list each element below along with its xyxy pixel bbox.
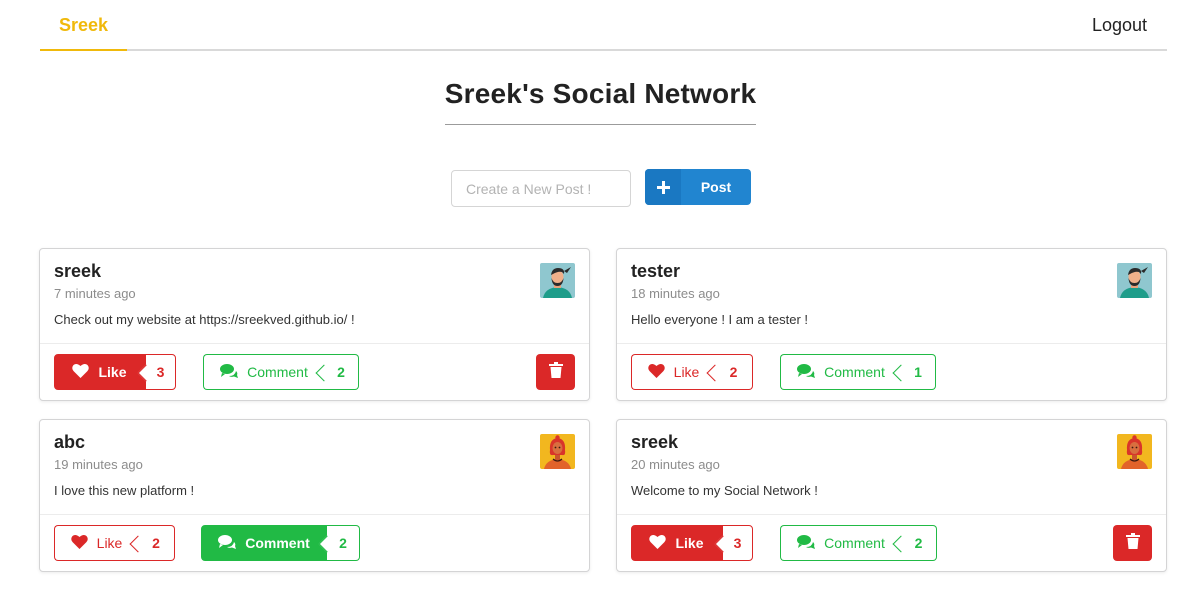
post-author: abc xyxy=(54,432,86,452)
plus-icon xyxy=(645,169,681,205)
like-button-main[interactable]: Like xyxy=(631,525,722,561)
comment-count: 2 xyxy=(324,354,359,390)
man-avatar-icon xyxy=(1117,263,1152,298)
comments-icon xyxy=(218,534,237,552)
like-count: 2 xyxy=(715,354,753,390)
logout-menu-item[interactable]: Logout xyxy=(1092,0,1147,51)
like-button[interactable]: Like 3 xyxy=(631,525,753,561)
delete-button[interactable] xyxy=(1113,525,1152,561)
post-card: abc 19 minutes ago I love this new platf… xyxy=(39,419,590,572)
page-title: Sreek's Social Network xyxy=(444,78,757,125)
comment-button[interactable]: Comment 1 xyxy=(780,354,936,390)
comment-button[interactable]: Comment 2 xyxy=(201,525,360,561)
card-divider xyxy=(617,514,1166,515)
comment-button-main[interactable]: Comment xyxy=(203,354,324,390)
post-card: sreek 7 minutes ago Check out my website… xyxy=(39,248,590,401)
comments-icon xyxy=(797,534,816,552)
like-label: Like xyxy=(96,535,123,551)
new-post-input[interactable] xyxy=(451,170,631,207)
card-divider xyxy=(617,343,1166,344)
heart-icon xyxy=(647,363,665,381)
woman-avatar-icon xyxy=(540,434,575,469)
like-label: Like xyxy=(673,364,700,380)
post-author: sreek xyxy=(54,261,102,281)
like-button-main[interactable]: Like xyxy=(631,354,715,390)
comments-icon xyxy=(220,363,239,381)
post-time: 19 minutes ago xyxy=(54,457,143,472)
heart-icon xyxy=(72,363,90,381)
like-button[interactable]: Like 2 xyxy=(54,525,175,561)
post-card: sreek 20 minutes ago Welcome to my Socia… xyxy=(616,419,1167,572)
like-label: Like xyxy=(675,535,704,551)
comment-label: Comment xyxy=(824,535,885,551)
post-text: I love this new platform ! xyxy=(54,483,195,498)
post-button-label: Post xyxy=(700,179,732,195)
page-header: Sreek's Social Network xyxy=(0,78,1201,125)
man-avatar-icon xyxy=(540,263,575,298)
post-text: Welcome to my Social Network ! xyxy=(631,483,818,498)
post-text: Check out my website at https://sreekved… xyxy=(54,312,355,327)
comment-button-main[interactable]: Comment xyxy=(780,354,901,390)
like-button[interactable]: Like 2 xyxy=(631,354,753,390)
trash-icon xyxy=(1125,532,1140,554)
like-button[interactable]: Like 3 xyxy=(54,354,176,390)
comment-button-main[interactable]: Comment xyxy=(201,525,327,561)
woman-avatar-icon xyxy=(1117,434,1152,469)
post-time: 7 minutes ago xyxy=(54,286,136,301)
comment-label: Comment xyxy=(247,364,308,380)
post-button[interactable]: Post xyxy=(645,169,751,205)
delete-button[interactable] xyxy=(536,354,575,390)
comment-count: 1 xyxy=(901,354,936,390)
comment-count: 2 xyxy=(901,525,937,561)
post-time: 18 minutes ago xyxy=(631,286,720,301)
like-count: 2 xyxy=(138,525,175,561)
comment-button-main[interactable]: Comment xyxy=(780,525,901,561)
comment-button[interactable]: Comment 2 xyxy=(780,525,937,561)
card-divider xyxy=(40,343,589,344)
comments-icon xyxy=(797,363,816,381)
like-label: Like xyxy=(98,364,127,380)
brand-menu-item[interactable]: Sreek xyxy=(40,0,127,51)
like-count: 3 xyxy=(722,525,753,561)
card-divider xyxy=(40,514,589,515)
heart-icon xyxy=(649,534,667,552)
like-button-main[interactable]: Like xyxy=(54,354,145,390)
heart-icon xyxy=(70,534,88,552)
trash-icon xyxy=(548,361,563,383)
post-card: tester 18 minutes ago Hello everyone ! I… xyxy=(616,248,1167,401)
post-text: Hello everyone ! I am a tester ! xyxy=(631,312,809,327)
like-button-main[interactable]: Like xyxy=(54,525,138,561)
comment-count: 2 xyxy=(327,525,360,561)
post-author: tester xyxy=(631,261,681,281)
post-author: sreek xyxy=(631,432,679,452)
comment-label: Comment xyxy=(245,535,310,551)
comment-label: Comment xyxy=(824,364,885,380)
post-time: 20 minutes ago xyxy=(631,457,720,472)
comment-button[interactable]: Comment 2 xyxy=(203,354,359,390)
top-menu: Sreek Logout xyxy=(40,0,1167,51)
like-count: 3 xyxy=(145,354,176,390)
